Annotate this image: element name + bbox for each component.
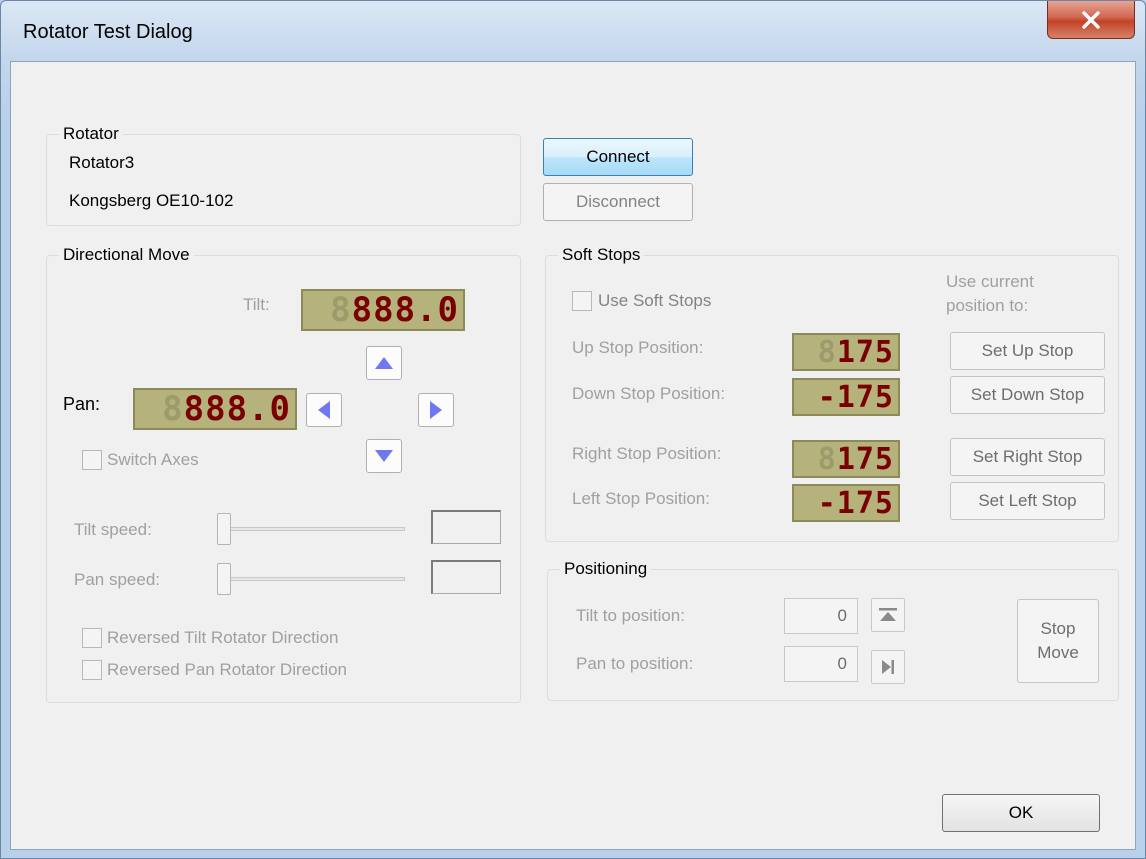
switch-axes-label: Switch Axes [107, 450, 199, 469]
pan-to-position-label: Pan to position: [576, 654, 694, 673]
goto-end-icon [882, 660, 894, 674]
soft-stops-hint-line2: position to: [946, 296, 1029, 315]
positioning-label: Positioning [560, 559, 652, 579]
directional-move-label: Directional Move [59, 245, 194, 265]
pan-display: 8 888.0 [133, 388, 297, 430]
reversed-tilt-checkbox[interactable] [82, 628, 102, 648]
tilt-label: Tilt: [243, 295, 270, 314]
pan-right-button[interactable] [418, 393, 454, 427]
use-soft-stops-checkbox[interactable] [572, 291, 592, 311]
tilt-to-position-label: Tilt to position: [576, 606, 685, 625]
directional-move-group: Directional Move Tilt: 8 888.0 Pan: 8 888.… [46, 245, 521, 703]
reversed-pan-checkbox[interactable] [82, 660, 102, 680]
pan-goto-button[interactable] [871, 650, 905, 684]
tilt-speed-slider[interactable] [217, 513, 231, 545]
tilt-speed-value [431, 510, 501, 544]
soft-stops-hint-line1: Use current [946, 272, 1034, 291]
pan-speed-value [431, 560, 501, 594]
left-stop-display: -175 [792, 484, 900, 522]
disconnect-button[interactable]: Disconnect [543, 183, 693, 221]
set-up-stop-button[interactable]: Set Up Stop [950, 332, 1105, 370]
left-stop-label: Left Stop Position: [572, 489, 710, 508]
tilt-down-button[interactable] [366, 439, 402, 473]
arrow-down-icon [375, 450, 393, 462]
soft-stops-group: Soft Stops Use Soft Stops Use current po… [545, 245, 1119, 542]
right-stop-label: Right Stop Position: [572, 444, 722, 463]
rotator-model: Kongsberg OE10-102 [69, 191, 234, 210]
stop-move-label-line1: Stop [1040, 619, 1076, 638]
right-stop-display: 8 175 [792, 440, 900, 478]
tilt-up-button[interactable] [366, 346, 402, 380]
up-stop-label: Up Stop Position: [572, 338, 704, 357]
pan-speed-slider[interactable] [217, 563, 231, 595]
pan-speed-label: Pan speed: [74, 570, 161, 589]
goto-top-icon [879, 608, 897, 621]
tilt-display: 8 888.0 [301, 289, 465, 331]
pan-speed-track [217, 577, 405, 581]
rotator-name: Rotator3 [69, 153, 135, 172]
tilt-speed-track [217, 527, 405, 531]
dialog-client-area: Rotator Rotator3 Kongsberg OE10-102 Conn… [10, 61, 1136, 850]
set-left-stop-button[interactable]: Set Left Stop [950, 482, 1105, 520]
pan-label: Pan: [63, 394, 101, 414]
up-stop-display: 8 175 [792, 333, 900, 371]
stop-move-label-line2: Move [1037, 643, 1079, 662]
close-button[interactable] [1047, 1, 1135, 39]
pan-left-button[interactable] [306, 393, 342, 427]
ok-button[interactable]: OK [942, 794, 1100, 832]
stop-move-button[interactable]: Stop Move [1017, 599, 1099, 683]
arrow-right-icon [430, 401, 442, 419]
window-title: Rotator Test Dialog [23, 21, 193, 43]
pan-to-position-input[interactable]: 0 [784, 646, 858, 682]
set-right-stop-button[interactable]: Set Right Stop [950, 438, 1105, 476]
tilt-speed-label: Tilt speed: [74, 520, 152, 539]
rotator-group-label: Rotator [59, 124, 123, 144]
down-stop-label: Down Stop Position: [572, 384, 726, 403]
arrow-left-icon [318, 401, 330, 419]
close-icon [1082, 10, 1100, 29]
tilt-to-position-input[interactable]: 0 [784, 598, 858, 634]
use-soft-stops-label: Use Soft Stops [598, 291, 712, 310]
down-stop-display: -175 [792, 378, 900, 416]
positioning-group: Positioning Tilt to position: 0 Pan to p… [547, 559, 1119, 701]
set-down-stop-button[interactable]: Set Down Stop [950, 376, 1105, 414]
dialog-window: Rotator Test Dialog Rotator Rotator3 Kon… [0, 0, 1146, 859]
tilt-goto-button[interactable] [871, 598, 905, 632]
arrow-up-icon [375, 357, 393, 369]
rotator-group: Rotator Rotator3 Kongsberg OE10-102 [46, 124, 521, 226]
switch-axes-checkbox[interactable] [82, 450, 102, 470]
connect-button[interactable]: Connect [543, 138, 693, 176]
reversed-tilt-label: Reversed Tilt Rotator Direction [107, 628, 339, 647]
soft-stops-label: Soft Stops [558, 245, 645, 265]
reversed-pan-label: Reversed Pan Rotator Direction [107, 660, 348, 679]
